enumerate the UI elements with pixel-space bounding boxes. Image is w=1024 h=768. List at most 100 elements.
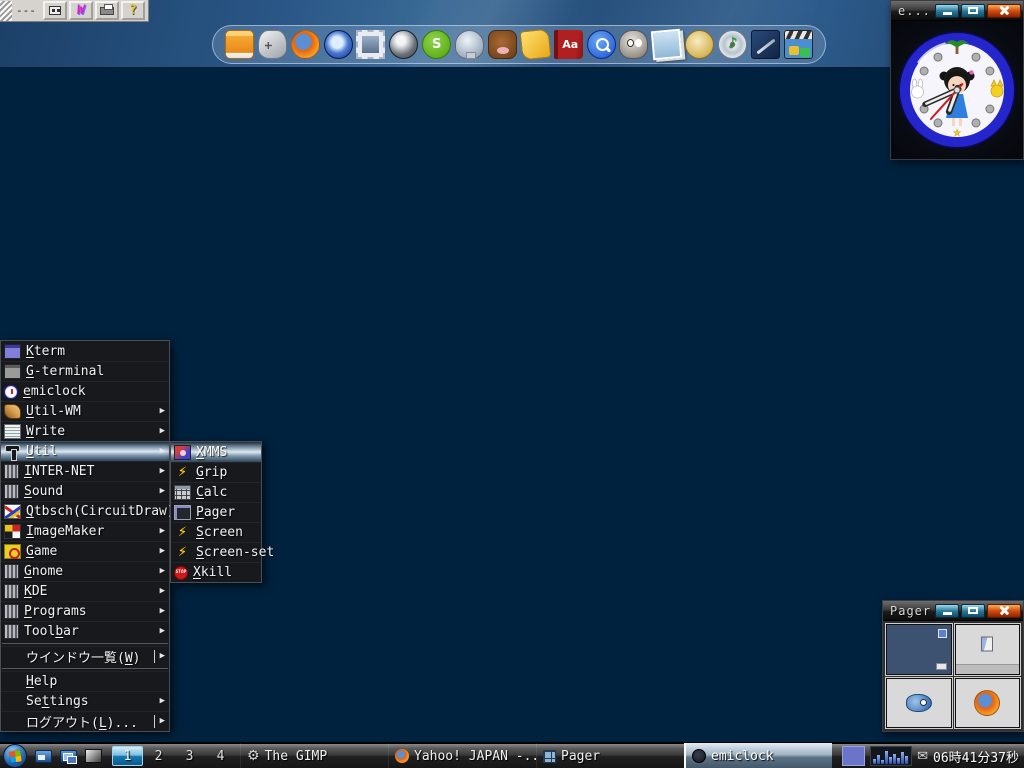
desktop-button-3[interactable]: 3: [174, 746, 205, 766]
star-marker: ★: [953, 125, 961, 140]
task-emiclock[interactable]: emiclock: [684, 743, 832, 768]
search-icon[interactable]: [587, 30, 616, 59]
submenu-arrow-icon: ▶: [160, 567, 165, 576]
menu-item-settings[interactable]: Settings▶: [1, 691, 169, 711]
start-button[interactable]: [3, 744, 27, 768]
document-icon: [4, 424, 21, 439]
submenu-item-xmms[interactable]: XMMS: [171, 442, 261, 462]
minimize-button[interactable]: [935, 604, 959, 618]
menu-item-window-list[interactable]: ウインドウ一覧(W)▶: [1, 646, 169, 666]
task-yahoo-japan[interactable]: Yahoo! JAPAN -...: [388, 743, 536, 768]
menu-item-g-terminal[interactable]: G-terminal: [1, 361, 169, 381]
mail-stamp-icon[interactable]: [356, 30, 385, 59]
submenu-arrow-icon: ▶: [160, 447, 165, 456]
system-tray: ✉ 06時41分37秒: [842, 746, 1024, 766]
maximize-button[interactable]: [961, 4, 985, 18]
help-button[interactable]: ?: [121, 1, 145, 20]
menu-item-write[interactable]: Write▶: [1, 421, 169, 441]
print-button[interactable]: [95, 1, 119, 20]
desktop-switcher: 1 2 3 4: [112, 746, 236, 766]
window-title: Pager: [890, 604, 933, 618]
show-desktop-button[interactable]: [31, 746, 56, 766]
pager-desktop-3[interactable]: [886, 678, 952, 729]
lightbulb-icon[interactable]: [455, 30, 484, 59]
submenu-arrow-icon: ▶: [160, 652, 165, 661]
menu-item-util[interactable]: Util▶: [1, 441, 169, 461]
xmms-icon: [174, 445, 191, 460]
cow-icon[interactable]: [488, 30, 517, 59]
taskbar: 1 2 3 4 ⚙The GIMP Yahoo! JAPAN -... Page…: [0, 742, 1024, 768]
submenu-item-pager[interactable]: Pager: [171, 502, 261, 522]
dictionary-icon[interactable]: Aa: [554, 30, 583, 59]
firefox-icon: [974, 690, 1000, 716]
gimp-icon[interactable]: [619, 30, 648, 59]
mini-document-icon: [981, 637, 993, 652]
emiclock-titlebar[interactable]: e...: [891, 1, 1023, 21]
pager-desktop-4[interactable]: [955, 678, 1021, 729]
menu-item-qtbsch[interactable]: Qtbsch(CircuitDraw): [1, 501, 169, 521]
minimize-button[interactable]: [935, 4, 959, 18]
bluefish-icon: [906, 694, 932, 712]
desktop-button-2[interactable]: 2: [143, 746, 174, 766]
notebook-pen-icon[interactable]: [751, 30, 780, 59]
menu-item-help[interactable]: Help: [1, 671, 169, 691]
menu-item-programs[interactable]: Programs▶: [1, 601, 169, 621]
emiclock-window: e...: [890, 0, 1024, 160]
menu-separator: [2, 643, 168, 644]
menu-item-util-wm[interactable]: Util-WM▶: [1, 401, 169, 421]
menu-item-game[interactable]: Game▶: [1, 541, 169, 561]
maximize-button[interactable]: [961, 604, 985, 618]
submenu-arrow-icon: ▶: [160, 587, 165, 596]
screen-button[interactable]: [81, 746, 106, 766]
mail-icon[interactable]: ✉: [917, 750, 928, 763]
terminal-icon: [4, 364, 21, 379]
submenu-item-xkill[interactable]: STOPXkill: [171, 562, 261, 582]
menu-item-sound[interactable]: Sound▶: [1, 481, 169, 501]
submenu-item-screen-set[interactable]: ⚡Screen-set: [171, 542, 261, 562]
folder-icon: [4, 584, 19, 599]
menu-item-imagemaker[interactable]: ImageMaker▶: [1, 521, 169, 541]
music-cd-icon[interactable]: [718, 30, 747, 59]
menu-item-emiclock[interactable]: emiclock: [1, 381, 169, 401]
wallet-folder-icon[interactable]: [519, 29, 551, 61]
utility-disc-icon[interactable]: [685, 30, 714, 59]
web-globe-icon[interactable]: [389, 30, 418, 59]
submenu-item-calc[interactable]: Calc: [171, 482, 261, 502]
window-manager-button[interactable]: W: [69, 1, 93, 20]
root-menu: Kterm G-terminal emiclock Util-WM▶ Write…: [0, 340, 170, 732]
desktop-button-1[interactable]: 1: [112, 746, 143, 766]
submenu-arrow-icon: ▶: [160, 697, 165, 706]
menu-item-logout[interactable]: ログアウト(L)...▶: [1, 711, 169, 731]
input-method-button[interactable]: [43, 1, 67, 20]
songbird-icon[interactable]: [324, 30, 353, 59]
menu-item-inter-net[interactable]: INTER-NET▶: [1, 461, 169, 481]
pager-titlebar[interactable]: Pager: [883, 601, 1023, 621]
movie-clapper-icon[interactable]: [784, 30, 813, 59]
window-list-button[interactable]: [56, 746, 81, 766]
pager-desktop-2[interactable]: [955, 624, 1021, 675]
pager-applet[interactable]: [842, 746, 865, 766]
toolbar-drag-handle[interactable]: [0, 1, 12, 21]
menu-item-kde[interactable]: KDE▶: [1, 581, 169, 601]
skype-icon[interactable]: S: [422, 30, 451, 59]
menu-item-toolbar[interactable]: Toolbar▶: [1, 621, 169, 641]
submenu-item-screen[interactable]: ⚡Screen: [171, 522, 261, 542]
firefox-icon[interactable]: [291, 30, 320, 59]
mini-taskbar: [956, 664, 1020, 674]
game-controller-icon[interactable]: [258, 30, 287, 59]
submenu-arrow-icon: ▶: [160, 527, 165, 536]
menu-item-kterm[interactable]: Kterm: [1, 341, 169, 361]
close-button[interactable]: [987, 4, 1021, 18]
external-drive-icon[interactable]: [225, 30, 254, 59]
menu-item-gnome[interactable]: Gnome▶: [1, 561, 169, 581]
task-pager[interactable]: Pager: [536, 743, 684, 768]
pager-desktop-1[interactable]: [886, 624, 952, 675]
submenu-item-grip[interactable]: ⚡Grip: [171, 462, 261, 482]
close-button[interactable]: [987, 604, 1021, 618]
mini-window-icon: [936, 663, 947, 670]
photos-icon[interactable]: [651, 29, 682, 60]
desktop-button-4[interactable]: 4: [205, 746, 236, 766]
submenu-arrow-icon: ▶: [160, 547, 165, 556]
emiclock-body: ★: [891, 21, 1023, 159]
task-the-gimp[interactable]: ⚙The GIMP: [240, 743, 388, 768]
